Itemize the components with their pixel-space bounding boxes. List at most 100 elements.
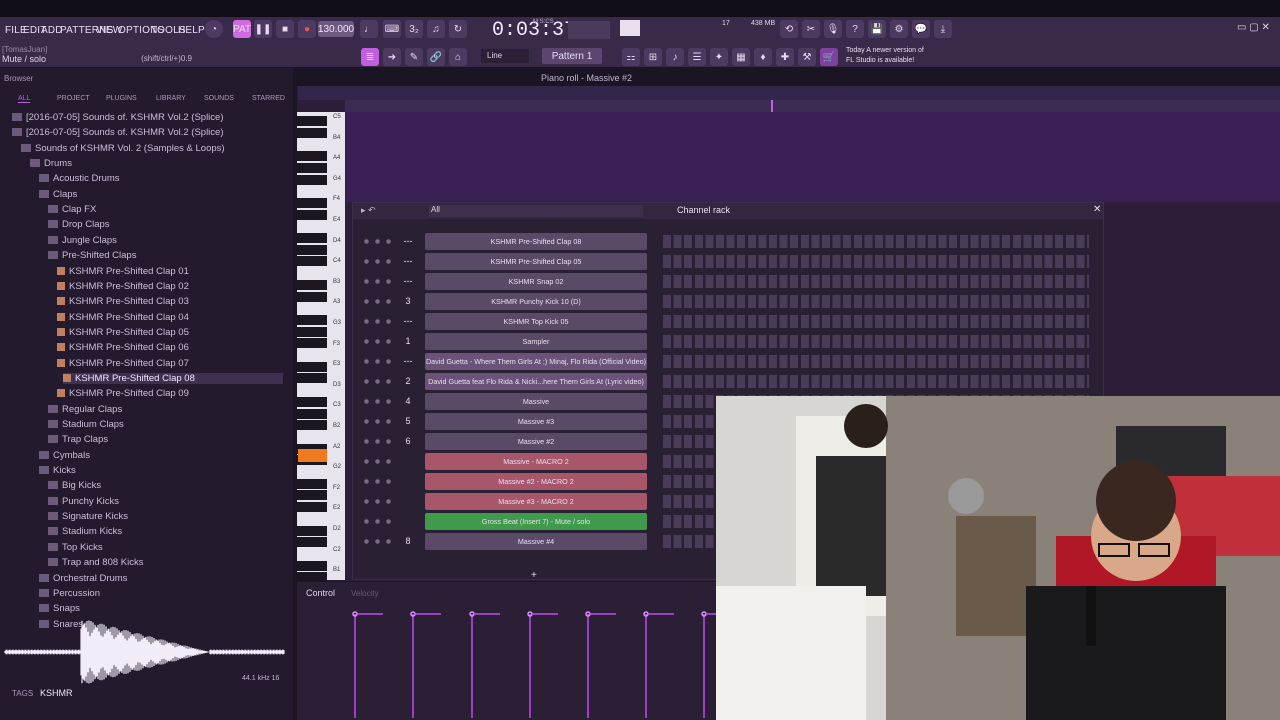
- channel-name-button[interactable]: KSHMR Pre-Shifted Clap 08: [425, 233, 647, 250]
- channel-row[interactable]: --- KSHMR Top Kick 05: [353, 312, 1103, 332]
- black-key[interactable]: [297, 490, 327, 501]
- tree-folder[interactable]: Acoustic Drums: [39, 173, 120, 184]
- close-icon[interactable]: ✕: [1093, 204, 1101, 215]
- black-key[interactable]: [297, 326, 327, 337]
- step-sequencer[interactable]: [663, 255, 1089, 268]
- step-sequencer[interactable]: [663, 295, 1089, 308]
- channel-led-icons[interactable]: [361, 398, 393, 405]
- tags-value[interactable]: KSHMR: [40, 688, 73, 698]
- mixer-track-number[interactable]: 2: [401, 376, 415, 386]
- black-key[interactable]: [297, 396, 327, 407]
- black-key[interactable]: [297, 174, 327, 185]
- mixer-track-number[interactable]: 6: [401, 436, 415, 446]
- channel-led-icons[interactable]: [361, 478, 393, 485]
- tree-folder[interactable]: Sounds of KSHMR Vol. 2 (Samples & Loops): [21, 143, 225, 154]
- channel-row[interactable]: --- KSHMR Pre-Shifted Clap 08: [353, 232, 1103, 252]
- black-key[interactable]: [297, 537, 327, 548]
- tree-folder[interactable]: Clap FX: [48, 204, 96, 215]
- channel-led-icons[interactable]: [361, 538, 393, 545]
- channel-led-icons[interactable]: [361, 238, 393, 245]
- black-key[interactable]: [297, 209, 327, 220]
- save-icon[interactable]: 💾: [868, 20, 886, 38]
- channel-filter[interactable]: All: [429, 205, 643, 217]
- black-key[interactable]: [297, 162, 327, 173]
- tree-folder[interactable]: Top Kicks: [48, 542, 103, 553]
- snap-selector[interactable]: Line: [481, 49, 529, 63]
- channel-name-button[interactable]: David Guetta feat Flo Rida & Nicki...her…: [425, 373, 647, 390]
- tree-folder[interactable]: Trap and 808 Kicks: [48, 557, 144, 568]
- browser-tab-plugins[interactable]: PLUGINS: [106, 95, 137, 102]
- sample-file[interactable]: KSHMR Pre-Shifted Clap 06: [57, 342, 189, 353]
- sample-file[interactable]: KSHMR Pre-Shifted Clap 02: [57, 281, 189, 292]
- black-key[interactable]: [297, 233, 327, 243]
- mixer-track-number[interactable]: 8: [401, 536, 415, 546]
- tree-folder[interactable]: Signature Kicks: [48, 511, 128, 522]
- channel-name-button[interactable]: Massive #4: [425, 533, 647, 550]
- black-key[interactable]: [297, 420, 327, 431]
- black-key[interactable]: [297, 338, 327, 349]
- tree-folder[interactable]: Pre-Shifted Claps: [48, 250, 136, 261]
- loop-record-icon[interactable]: ↻: [449, 20, 467, 38]
- browser-tab-project[interactable]: PROJECT: [57, 95, 90, 102]
- tree-folder[interactable]: [2016-07-05] Sounds of. KSHMR Vol.2 (Spl…: [12, 112, 224, 123]
- help-icon[interactable]: ?: [846, 20, 864, 38]
- channel-name-button[interactable]: KSHMR Top Kick 05: [425, 313, 647, 330]
- play-arrow-icon[interactable]: ➜: [383, 48, 401, 66]
- black-key[interactable]: [297, 256, 327, 267]
- browser-tab-all[interactable]: ALL: [18, 95, 31, 103]
- channel-name-button[interactable]: KSHMR Snap 02: [425, 273, 647, 290]
- sample-file[interactable]: KSHMR Pre-Shifted Clap 09: [57, 388, 189, 399]
- channel-led-icons[interactable]: [361, 338, 393, 345]
- mixer-track-number[interactable]: 1: [401, 336, 415, 346]
- sample-file[interactable]: KSHMR Pre-Shifted Clap 01: [57, 266, 189, 277]
- tuner-icon[interactable]: ♦: [754, 48, 772, 66]
- channel-row[interactable]: --- KSHMR Snap 02: [353, 272, 1103, 292]
- browser-tab-starred[interactable]: STARRED: [252, 95, 285, 102]
- step-sequencer[interactable]: [663, 235, 1089, 248]
- channel-name-button[interactable]: Massive #3 - MACRO 2: [425, 493, 647, 510]
- blend-notes-icon[interactable]: ♫: [427, 20, 445, 38]
- channel-name-button[interactable]: Massive #3: [425, 413, 647, 430]
- pause-icon[interactable]: ❚❚: [254, 20, 272, 38]
- sample-file[interactable]: KSHMR Pre-Shifted Clap 05: [57, 327, 189, 338]
- channel-led-icons[interactable]: [361, 418, 393, 425]
- sample-file[interactable]: KSHMR Pre-Shifted Clap 03: [57, 296, 189, 307]
- tree-folder[interactable]: Trap Claps: [48, 434, 108, 445]
- black-key[interactable]: [297, 478, 327, 489]
- channel-rack-icon[interactable]: ⊞: [644, 48, 662, 66]
- tree-folder[interactable]: Kicks: [39, 465, 76, 476]
- channel-row[interactable]: 3 KSHMR Punchy Kick 10 (D): [353, 292, 1103, 312]
- cut-icon[interactable]: ✂: [802, 20, 820, 38]
- channel-name-button[interactable]: Gross Beat (Insert 7) - Mute / solo: [425, 513, 647, 530]
- channel-led-icons[interactable]: [361, 438, 393, 445]
- mixer-icon[interactable]: ⚏: [622, 48, 640, 66]
- tree-folder[interactable]: Snares: [39, 619, 83, 630]
- channel-name-button[interactable]: Massive #2: [425, 433, 647, 450]
- channel-led-icons[interactable]: [361, 298, 393, 305]
- mixer-track-number[interactable]: ---: [401, 356, 415, 366]
- channel-led-icons[interactable]: [361, 258, 393, 265]
- piano-roll-timeline[interactable]: [345, 100, 1280, 112]
- channel-led-icons[interactable]: [361, 278, 393, 285]
- mixer-track-number[interactable]: 3: [401, 296, 415, 306]
- menu-help[interactable]: HELP: [178, 25, 205, 36]
- black-key[interactable]: [297, 127, 327, 138]
- black-key[interactable]: [297, 525, 327, 536]
- rack-menu-icon[interactable]: ▸ ↶: [361, 205, 376, 216]
- channel-row[interactable]: --- David Guetta - Where Them Girls At ;)…: [353, 352, 1103, 372]
- wrench-icon[interactable]: ⚒: [798, 48, 816, 66]
- tree-folder[interactable]: Stadium Kicks: [48, 526, 122, 537]
- step-sequencer[interactable]: [663, 375, 1089, 388]
- black-key[interactable]: [297, 502, 327, 513]
- touch-keyboard-icon[interactable]: ▦: [732, 48, 750, 66]
- black-key[interactable]: [297, 572, 327, 583]
- metronome-icon[interactable]: ♩: [360, 20, 378, 38]
- tree-folder[interactable]: Cymbals: [39, 450, 90, 461]
- sample-file[interactable]: KSHMR Pre-Shifted Clap 04: [57, 312, 189, 323]
- channel-name-button[interactable]: Massive - MACRO 2: [425, 453, 647, 470]
- channel-name-button[interactable]: KSHMR Punchy Kick 10 (D): [425, 293, 647, 310]
- channel-name-button[interactable]: David Guetta - Where Them Girls At ;) Mi…: [425, 353, 647, 370]
- tree-folder[interactable]: Jungle Claps: [48, 235, 117, 246]
- velocity-bars[interactable]: [346, 608, 716, 718]
- black-key[interactable]: [297, 373, 327, 384]
